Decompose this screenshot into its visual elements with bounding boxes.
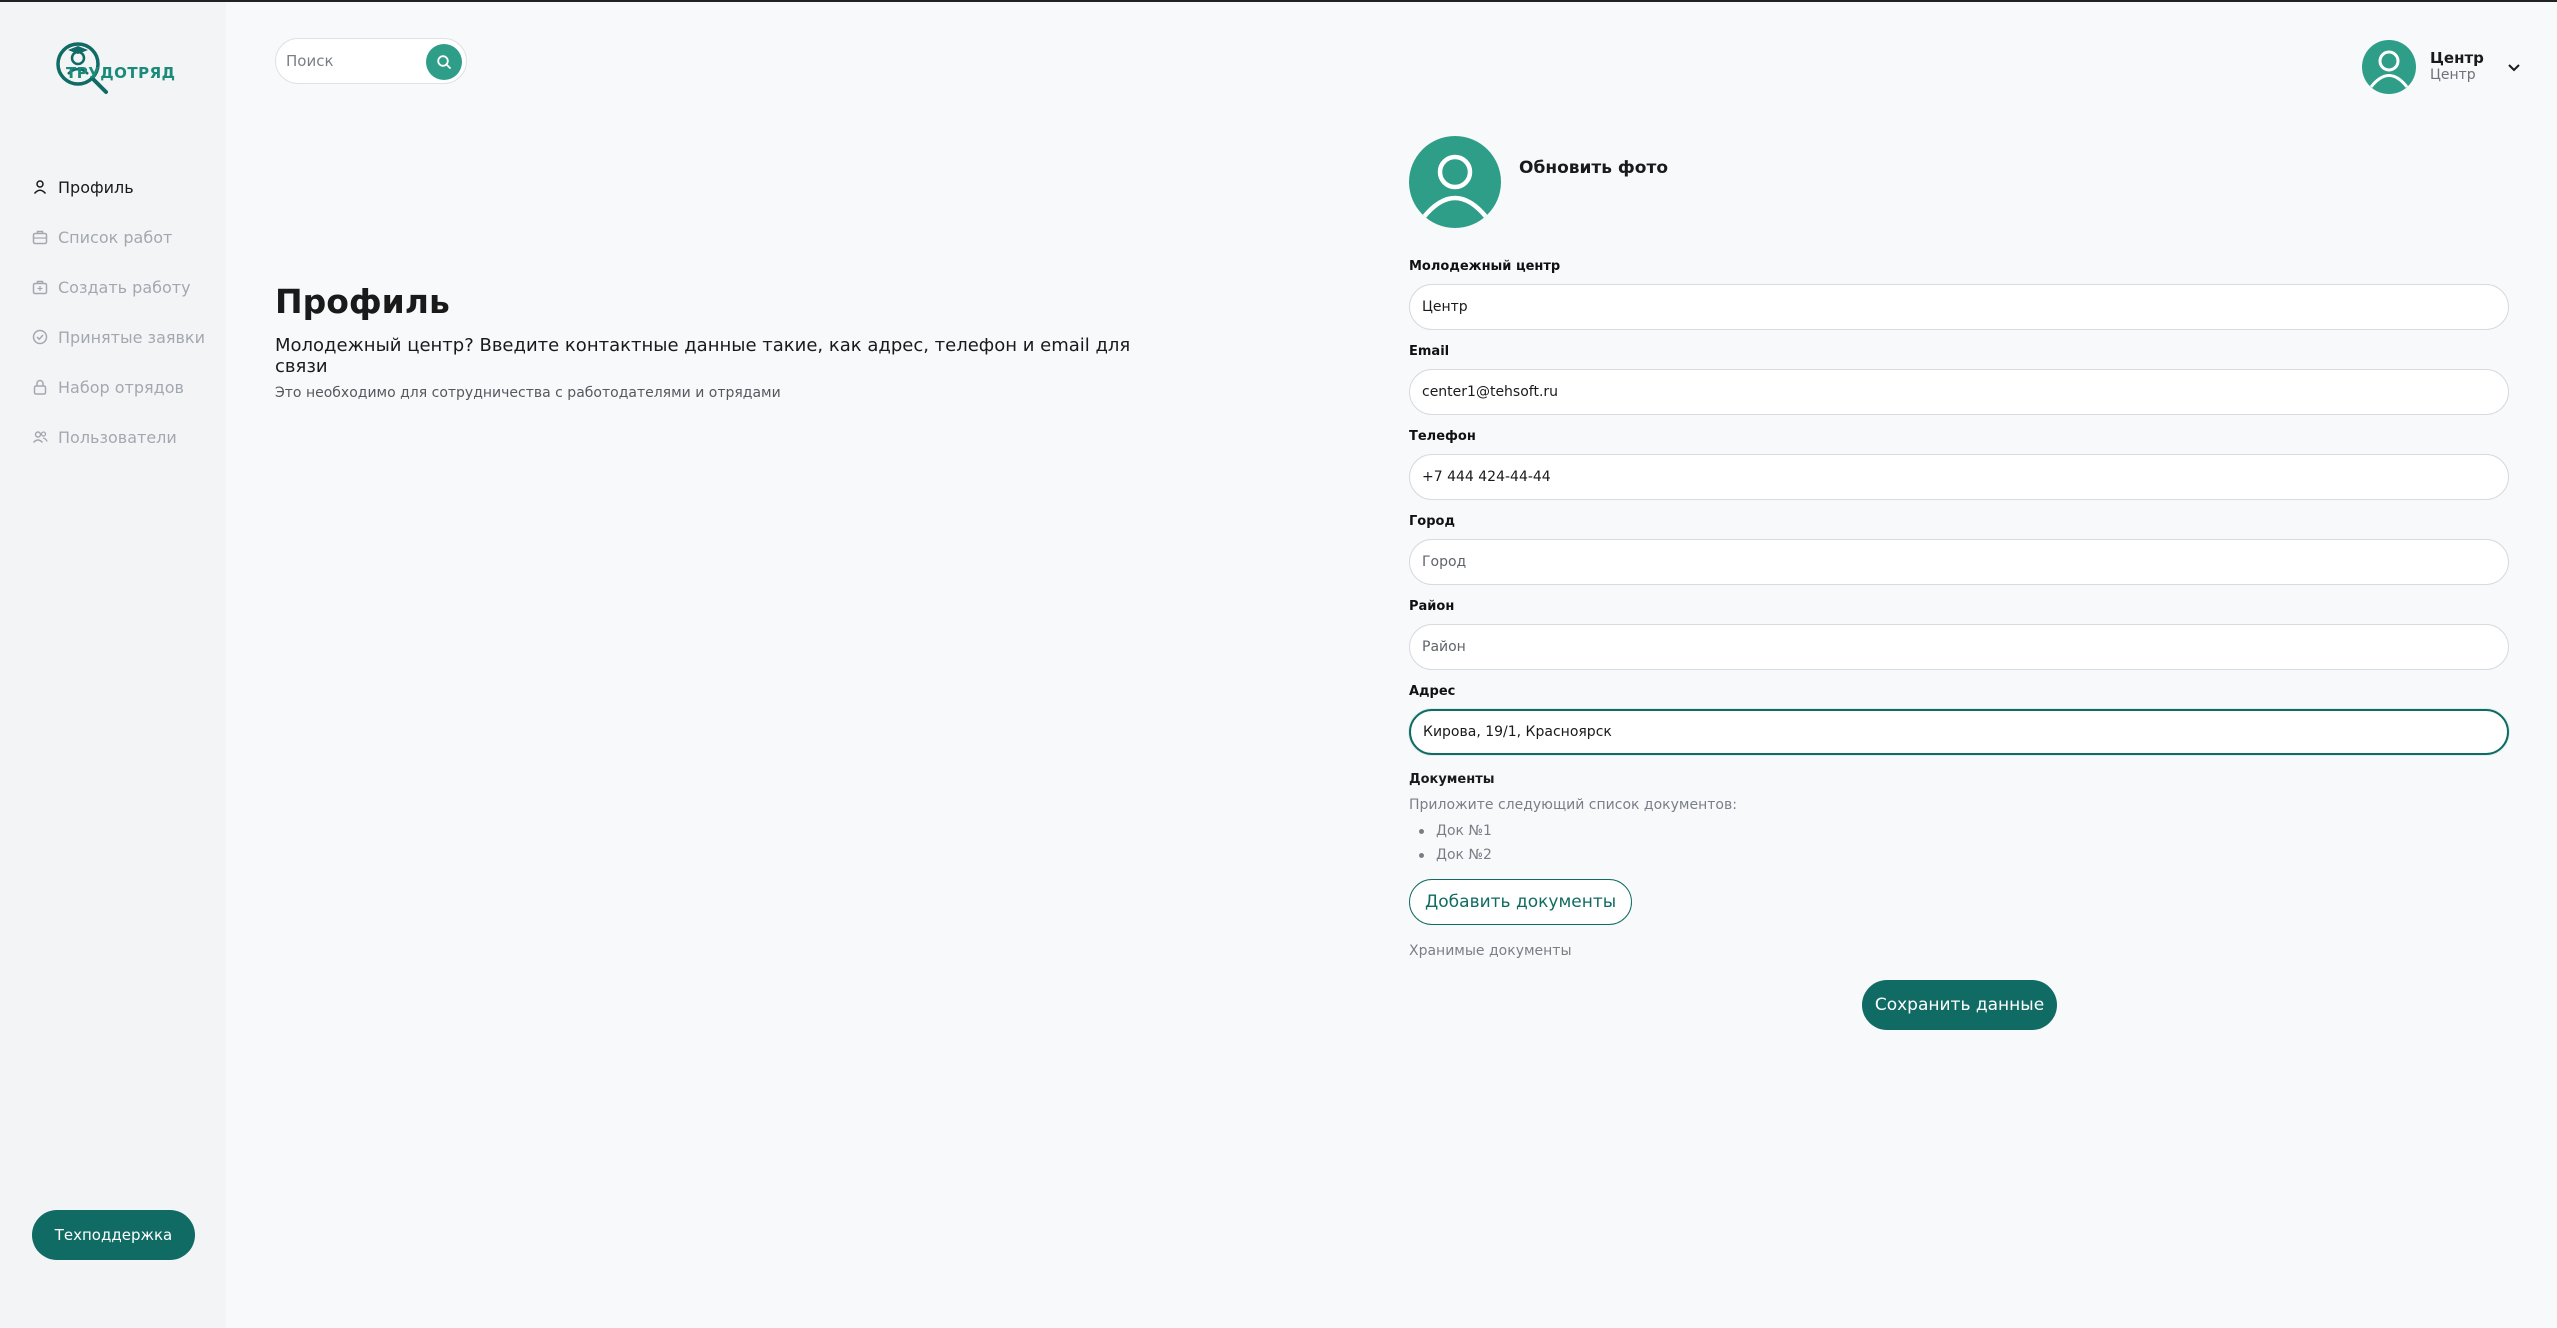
sidebar-item-label: Создать работу <box>58 277 191 297</box>
sidebar-item-label: Профиль <box>58 177 134 197</box>
save-button[interactable]: Сохранить данные <box>1862 980 2057 1030</box>
lock-icon <box>33 379 47 395</box>
user-icon <box>1421 154 1489 220</box>
sidebar-item-label: Принятые заявки <box>58 327 205 347</box>
list-item: Док №2 <box>1419 843 2509 867</box>
search-icon <box>437 55 451 69</box>
sidebar-item-users[interactable]: Пользователи <box>32 412 205 462</box>
sidebar: ТРУДОТРЯД Профиль Список работ Создать р… <box>0 2 226 1328</box>
update-photo-link[interactable]: Обновить фото <box>1519 158 1668 228</box>
briefcase-icon <box>32 230 48 245</box>
window-top-border <box>0 0 2557 2</box>
list-item: Док №1 <box>1419 819 2509 843</box>
sidebar-item-label: Набор отрядов <box>58 377 184 397</box>
search-input[interactable] <box>286 52 426 70</box>
field-youth-center: Молодежный центр <box>1409 256 2509 341</box>
chevron-down-icon[interactable] <box>2506 59 2522 75</box>
field-label: Телефон <box>1409 429 1476 444</box>
sidebar-item-squad-recruitment[interactable]: Набор отрядов <box>32 362 205 412</box>
field-address: Адрес <box>1409 681 2509 766</box>
profile-form: Молодежный центр Email Телефон Город Рай… <box>1409 256 2509 959</box>
avatar[interactable] <box>2362 40 2416 94</box>
intro-question: Молодежный центр? Введите контактные дан… <box>275 335 1131 377</box>
check-circle-icon <box>32 329 48 345</box>
sidebar-item-label: Пользователи <box>58 427 177 447</box>
field-district: Район <box>1409 596 2509 681</box>
phone-field[interactable] <box>1409 454 2509 500</box>
document-name: Док №2 <box>1436 847 1492 863</box>
documents-list: Док №1 Док №2 <box>1409 819 2509 867</box>
sidebar-item-profile[interactable]: Профиль <box>32 162 205 212</box>
document-name: Док №1 <box>1436 823 1492 839</box>
logo-text: ТРУДОТРЯД <box>66 64 176 82</box>
address-field[interactable] <box>1409 709 2509 755</box>
user-role: Центр <box>2430 67 2476 83</box>
user-info: Центр Центр <box>2430 50 2484 84</box>
documents-title: Документы <box>1409 772 1495 787</box>
sidebar-item-job-list[interactable]: Список работ <box>32 212 205 262</box>
user-icon <box>33 180 47 195</box>
stored-documents-label: Хранимые документы <box>1409 943 1572 959</box>
field-label: Город <box>1409 514 1455 529</box>
email-field[interactable] <box>1409 369 2509 415</box>
users-icon <box>32 431 48 443</box>
field-email: Email <box>1409 341 2509 426</box>
field-city: Город <box>1409 511 2509 596</box>
user-icon <box>2369 50 2409 88</box>
add-documents-button[interactable]: Добавить документы <box>1409 879 1633 925</box>
sidebar-item-label: Список работ <box>58 227 173 247</box>
sidebar-item-accepted-requests[interactable]: Принятые заявки <box>32 312 205 362</box>
profile-photo[interactable] <box>1409 136 1501 228</box>
user-menu[interactable]: Центр Центр <box>2362 40 2522 94</box>
intro-hint: Это необходимо для сотрудничества с рабо… <box>275 385 781 401</box>
district-field[interactable] <box>1409 624 2509 670</box>
user-name: Центр <box>2430 49 2484 67</box>
field-label: Email <box>1409 344 1450 359</box>
search-bar <box>275 38 467 84</box>
field-label: Район <box>1409 599 1455 614</box>
briefcase-plus-icon <box>32 280 48 295</box>
photo-block: Обновить фото <box>1409 136 1668 228</box>
support-button[interactable]: Техподдержка <box>32 1210 195 1260</box>
city-field[interactable] <box>1409 539 2509 585</box>
page-title: Профиль <box>275 282 450 321</box>
search-button[interactable] <box>426 44 462 80</box>
sidebar-nav: Профиль Список работ Создать работу Прин… <box>32 162 205 462</box>
youth-center-input[interactable] <box>1409 284 2509 330</box>
documents-hint: Приложите следующий список документов: <box>1409 797 1737 813</box>
field-label: Адрес <box>1409 684 1456 699</box>
field-phone: Телефон <box>1409 426 2509 511</box>
profile-intro: Профиль Молодежный центр? Введите контак… <box>275 282 1175 401</box>
field-label: Молодежный центр <box>1409 259 1561 274</box>
sidebar-item-create-job[interactable]: Создать работу <box>32 262 205 312</box>
